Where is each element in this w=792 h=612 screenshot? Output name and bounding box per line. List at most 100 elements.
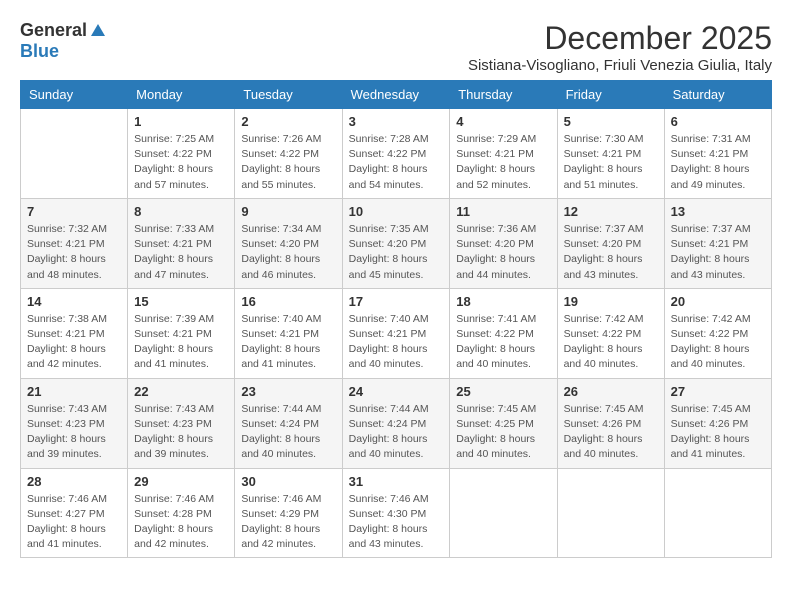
calendar-cell: 1Sunrise: 7:25 AMSunset: 4:22 PMDaylight… <box>128 109 235 199</box>
day-info: Sunrise: 7:45 AMSunset: 4:26 PMDaylight:… <box>564 402 658 463</box>
calendar-cell: 12Sunrise: 7:37 AMSunset: 4:20 PMDayligh… <box>557 198 664 288</box>
day-number: 21 <box>27 384 121 399</box>
calendar-cell: 24Sunrise: 7:44 AMSunset: 4:24 PMDayligh… <box>342 378 450 468</box>
weekday-header-friday: Friday <box>557 81 664 109</box>
day-number: 24 <box>349 384 444 399</box>
day-number: 2 <box>241 114 335 129</box>
calendar-week-row: 21 Sunrise: 7:43 AMSunset: 4:23 PMDayligh… <box>21 378 772 468</box>
day-number: 27 <box>671 384 765 399</box>
day-info: Sunrise: 7:46 AMSunset: 4:30 PMDaylight:… <box>349 492 444 553</box>
day-number: 18 <box>456 294 550 309</box>
day-info: Sunrise: 7:29 AMSunset: 4:21 PMDaylight:… <box>456 132 550 193</box>
day-number: 7 <box>27 204 121 219</box>
calendar-cell: 4 Sunrise: 7:29 AMSunset: 4:21 PMDaylight… <box>450 109 557 199</box>
day-info: Sunrise: 7:46 AMSunset: 4:29 PMDaylight:… <box>241 492 335 553</box>
calendar-cell <box>557 468 664 558</box>
day-info: Sunrise: 7:42 AMSunset: 4:22 PMDaylight:… <box>671 312 765 373</box>
day-number: 28 <box>27 474 121 489</box>
calendar-week-row: 28 Sunrise: 7:46 AMSunset: 4:27 PMDayligh… <box>21 468 772 558</box>
day-number: 4 <box>456 114 550 129</box>
day-info: Sunrise: 7:34 AMSunset: 4:20 PMDaylight:… <box>241 222 335 283</box>
calendar-cell: 30 Sunrise: 7:46 AMSunset: 4:29 PMDayligh… <box>235 468 342 558</box>
day-number: 5 <box>564 114 658 129</box>
calendar-cell: 16 Sunrise: 7:40 AMSunset: 4:21 PMDayligh… <box>235 288 342 378</box>
day-number: 16 <box>241 294 335 309</box>
calendar-cell: 7Sunrise: 7:32 AMSunset: 4:21 PMDaylight… <box>21 198 128 288</box>
day-info: Sunrise: 7:46 AMSunset: 4:27 PMDaylight:… <box>27 492 121 553</box>
calendar-cell: 23 Sunrise: 7:44 AMSunset: 4:24 PMDayligh… <box>235 378 342 468</box>
day-number: 11 <box>456 204 550 219</box>
calendar-cell <box>21 109 128 199</box>
weekday-header-tuesday: Tuesday <box>235 81 342 109</box>
calendar-cell: 25 Sunrise: 7:45 AMSunset: 4:25 PMDayligh… <box>450 378 557 468</box>
day-info: Sunrise: 7:39 AMSunset: 4:21 PMDaylight:… <box>134 312 228 373</box>
calendar-cell: 17Sunrise: 7:40 AMSunset: 4:21 PMDayligh… <box>342 288 450 378</box>
calendar-cell: 8 Sunrise: 7:33 AMSunset: 4:21 PMDaylight… <box>128 198 235 288</box>
calendar-cell: 28 Sunrise: 7:46 AMSunset: 4:27 PMDayligh… <box>21 468 128 558</box>
calendar-cell: 22Sunrise: 7:43 AMSunset: 4:23 PMDayligh… <box>128 378 235 468</box>
calendar-cell: 2 Sunrise: 7:26 AMSunset: 4:22 PMDaylight… <box>235 109 342 199</box>
title-area: December 2025 Sistiana-Visogliano, Friul… <box>468 20 772 74</box>
day-info: Sunrise: 7:41 AMSunset: 4:22 PMDaylight:… <box>456 312 550 373</box>
day-number: 6 <box>671 114 765 129</box>
calendar-cell: 26 Sunrise: 7:45 AMSunset: 4:26 PMDayligh… <box>557 378 664 468</box>
calendar-cell: 3 Sunrise: 7:28 AMSunset: 4:22 PMDaylight… <box>342 109 450 199</box>
day-number: 19 <box>564 294 658 309</box>
day-info: Sunrise: 7:42 AMSunset: 4:22 PMDaylight:… <box>564 312 658 373</box>
logo-icon <box>89 22 107 40</box>
month-title: December 2025 <box>468 20 772 57</box>
day-number: 17 <box>349 294 444 309</box>
calendar-cell: 31 Sunrise: 7:46 AMSunset: 4:30 PMDayligh… <box>342 468 450 558</box>
day-info: Sunrise: 7:45 AMSunset: 4:25 PMDaylight:… <box>456 402 550 463</box>
day-number: 9 <box>241 204 335 219</box>
day-number: 13 <box>671 204 765 219</box>
calendar-cell: 21 Sunrise: 7:43 AMSunset: 4:23 PMDayligh… <box>21 378 128 468</box>
calendar-table: SundayMondayTuesdayWednesdayThursdayFrid… <box>20 80 772 558</box>
day-number: 26 <box>564 384 658 399</box>
day-number: 8 <box>134 204 228 219</box>
day-number: 3 <box>349 114 444 129</box>
calendar-cell: 14 Sunrise: 7:38 AMSunset: 4:21 PMDayligh… <box>21 288 128 378</box>
day-number: 20 <box>671 294 765 309</box>
calendar-cell: 10Sunrise: 7:35 AMSunset: 4:20 PMDayligh… <box>342 198 450 288</box>
day-info: Sunrise: 7:37 AMSunset: 4:21 PMDaylight:… <box>671 222 765 283</box>
calendar-cell: 11Sunrise: 7:36 AMSunset: 4:20 PMDayligh… <box>450 198 557 288</box>
logo: General Blue <box>20 20 107 62</box>
day-number: 12 <box>564 204 658 219</box>
day-number: 25 <box>456 384 550 399</box>
calendar-cell <box>664 468 771 558</box>
day-number: 15 <box>134 294 228 309</box>
logo-blue-text: Blue <box>20 41 59 62</box>
day-info: Sunrise: 7:46 AMSunset: 4:28 PMDaylight:… <box>134 492 228 553</box>
calendar-cell: 19 Sunrise: 7:42 AMSunset: 4:22 PMDayligh… <box>557 288 664 378</box>
weekday-header-sunday: Sunday <box>21 81 128 109</box>
day-number: 14 <box>27 294 121 309</box>
weekday-header-saturday: Saturday <box>664 81 771 109</box>
day-info: Sunrise: 7:38 AMSunset: 4:21 PMDaylight:… <box>27 312 121 373</box>
day-info: Sunrise: 7:43 AMSunset: 4:23 PMDaylight:… <box>134 402 228 463</box>
day-info: Sunrise: 7:33 AMSunset: 4:21 PMDaylight:… <box>134 222 228 283</box>
calendar-cell: 6 Sunrise: 7:31 AMSunset: 4:21 PMDaylight… <box>664 109 771 199</box>
calendar-cell: 29Sunrise: 7:46 AMSunset: 4:28 PMDayligh… <box>128 468 235 558</box>
day-number: 30 <box>241 474 335 489</box>
calendar-cell: 5Sunrise: 7:30 AMSunset: 4:21 PMDaylight… <box>557 109 664 199</box>
calendar-cell: 15 Sunrise: 7:39 AMSunset: 4:21 PMDayligh… <box>128 288 235 378</box>
day-number: 23 <box>241 384 335 399</box>
page-header: General Blue December 2025 Sistiana-Viso… <box>20 20 772 74</box>
day-info: Sunrise: 7:40 AMSunset: 4:21 PMDaylight:… <box>241 312 335 373</box>
day-info: Sunrise: 7:26 AMSunset: 4:22 PMDaylight:… <box>241 132 335 193</box>
weekday-header-row: SundayMondayTuesdayWednesdayThursdayFrid… <box>21 81 772 109</box>
logo-general-text: General <box>20 20 87 41</box>
calendar-week-row: 1Sunrise: 7:25 AMSunset: 4:22 PMDaylight… <box>21 109 772 199</box>
weekday-header-thursday: Thursday <box>450 81 557 109</box>
day-info: Sunrise: 7:31 AMSunset: 4:21 PMDaylight:… <box>671 132 765 193</box>
weekday-header-wednesday: Wednesday <box>342 81 450 109</box>
calendar-week-row: 7Sunrise: 7:32 AMSunset: 4:21 PMDaylight… <box>21 198 772 288</box>
day-info: Sunrise: 7:28 AMSunset: 4:22 PMDaylight:… <box>349 132 444 193</box>
calendar-cell: 27Sunrise: 7:45 AMSunset: 4:26 PMDayligh… <box>664 378 771 468</box>
calendar-cell: 18 Sunrise: 7:41 AMSunset: 4:22 PMDayligh… <box>450 288 557 378</box>
calendar-cell: 13 Sunrise: 7:37 AMSunset: 4:21 PMDayligh… <box>664 198 771 288</box>
day-number: 31 <box>349 474 444 489</box>
day-info: Sunrise: 7:44 AMSunset: 4:24 PMDaylight:… <box>241 402 335 463</box>
day-info: Sunrise: 7:43 AMSunset: 4:23 PMDaylight:… <box>27 402 121 463</box>
